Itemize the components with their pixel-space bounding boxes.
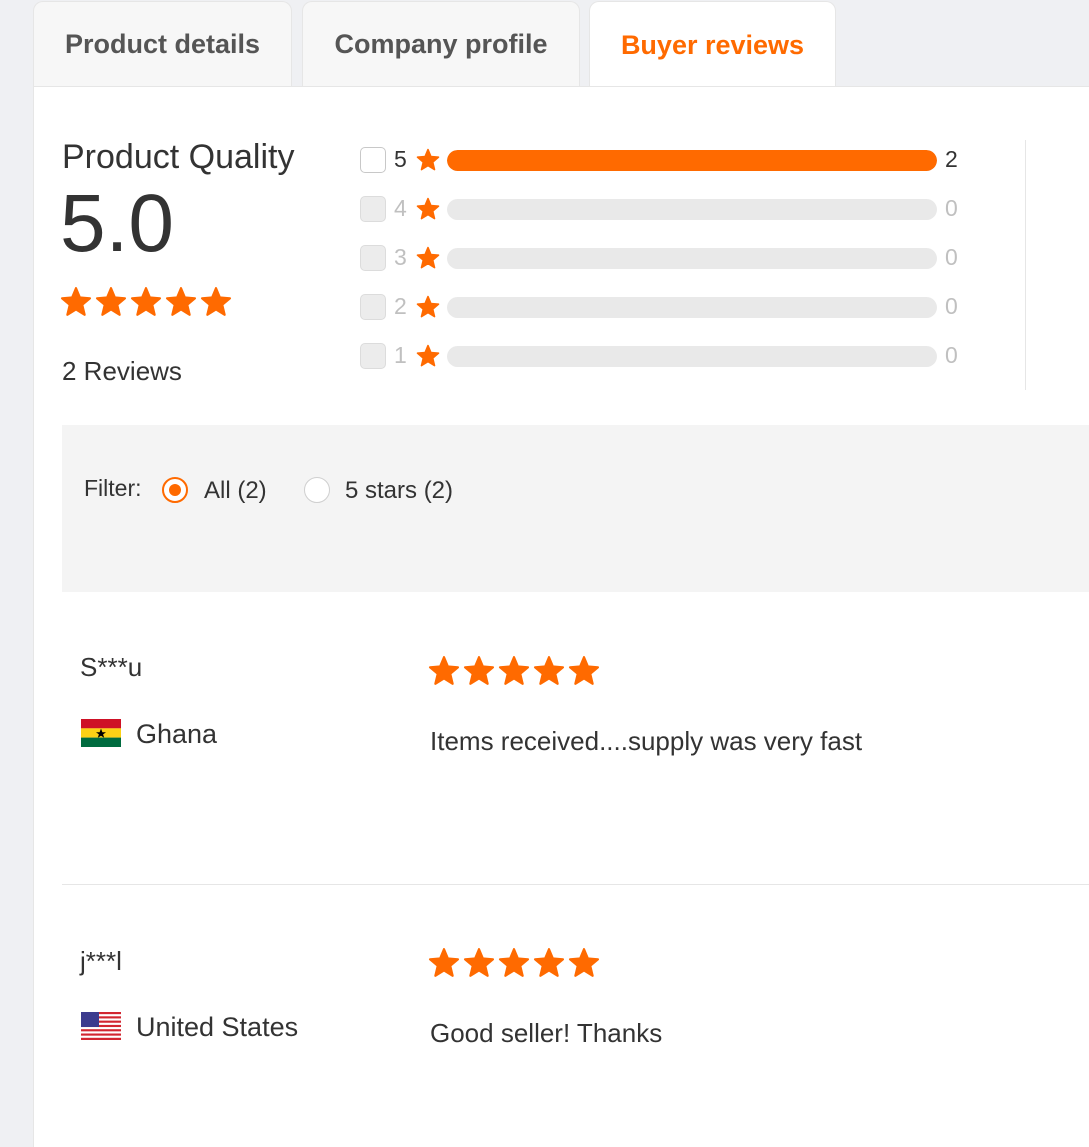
filter-bar	[62, 425, 1089, 592]
star-icon	[498, 947, 530, 979]
rating-checkbox-2	[360, 294, 386, 320]
rating-bar-track	[447, 297, 937, 318]
tab-buyer-reviews[interactable]: Buyer reviews	[589, 1, 836, 88]
filter-radio-5-stars[interactable]	[304, 477, 330, 503]
rating-star-count: 4	[394, 195, 407, 221]
rating-row-5[interactable]: 5 2	[360, 140, 970, 180]
tab-company-profile[interactable]: Company profile	[302, 1, 580, 87]
tab-bar: Product details Company profile Buyer re…	[33, 0, 1089, 88]
star-icon	[95, 286, 127, 318]
star-icon	[498, 655, 530, 687]
reviewer-country: United States	[136, 1012, 299, 1042]
star-icon	[416, 197, 440, 221]
star-icon	[568, 947, 600, 979]
star-icon	[463, 947, 495, 979]
rating-bar-fill	[447, 150, 937, 171]
rating-star-count: 2	[394, 293, 407, 319]
review-stars	[428, 655, 600, 687]
rating-bar-track	[447, 248, 937, 269]
review-stars	[428, 947, 600, 979]
tab-label: Buyer reviews	[620, 29, 805, 60]
summary-divider	[1025, 140, 1026, 390]
summary-stars	[60, 286, 232, 318]
star-icon	[165, 286, 197, 318]
rating-star-count: 1	[394, 342, 407, 368]
rating-bar-track	[447, 346, 937, 367]
star-icon	[130, 286, 162, 318]
star-icon	[416, 295, 440, 319]
usa-flag-icon	[81, 1012, 121, 1040]
rating-count: 0	[945, 293, 958, 319]
review-text: Good seller! Thanks	[430, 1018, 663, 1048]
review-count: 2 Reviews	[62, 356, 182, 386]
star-icon	[533, 947, 565, 979]
rating-star-count: 3	[394, 244, 407, 270]
rating-checkbox-1	[360, 343, 386, 369]
star-icon	[60, 286, 92, 318]
rating-star-count: 5	[394, 146, 407, 172]
reviewer-name: S***u	[80, 652, 143, 682]
rating-count: 0	[945, 195, 958, 221]
tab-label: Product details	[64, 29, 261, 59]
review-text: Items received....supply was very fast	[430, 726, 863, 756]
star-icon	[428, 947, 460, 979]
rating-count: 2	[945, 146, 958, 172]
product-quality-title: Product Quality	[62, 138, 295, 176]
rating-checkbox-4	[360, 196, 386, 222]
review-divider	[62, 884, 1089, 885]
star-icon	[416, 344, 440, 368]
rating-count: 0	[945, 342, 958, 368]
star-icon	[568, 655, 600, 687]
star-icon	[416, 148, 440, 172]
rating-count: 0	[945, 244, 958, 270]
product-quality-score: 5.0	[60, 178, 174, 269]
tab-label: Company profile	[334, 29, 548, 59]
rating-checkbox-3	[360, 245, 386, 271]
rating-row-3: 3 0	[360, 238, 970, 278]
filter-option-5-stars[interactable]: 5 stars (2)	[345, 477, 453, 505]
rating-bar-track	[447, 150, 937, 171]
rating-bar-track	[447, 199, 937, 220]
tab-product-details[interactable]: Product details	[33, 1, 292, 87]
filter-radio-all[interactable]	[162, 477, 188, 503]
rating-row-2: 2 0	[360, 287, 970, 327]
star-icon	[463, 655, 495, 687]
filter-label: Filter:	[84, 475, 142, 501]
star-icon	[200, 286, 232, 318]
reviewer-name: j***l	[80, 946, 122, 976]
rating-row-4: 4 0	[360, 189, 970, 229]
rating-checkbox-5[interactable]	[360, 147, 386, 173]
star-icon	[533, 655, 565, 687]
star-icon	[428, 655, 460, 687]
ghana-flag-icon	[81, 719, 121, 747]
rating-row-1: 1 0	[360, 336, 970, 376]
filter-option-all[interactable]: All (2)	[204, 477, 267, 505]
reviewer-country: Ghana	[136, 719, 218, 749]
star-icon	[416, 246, 440, 270]
